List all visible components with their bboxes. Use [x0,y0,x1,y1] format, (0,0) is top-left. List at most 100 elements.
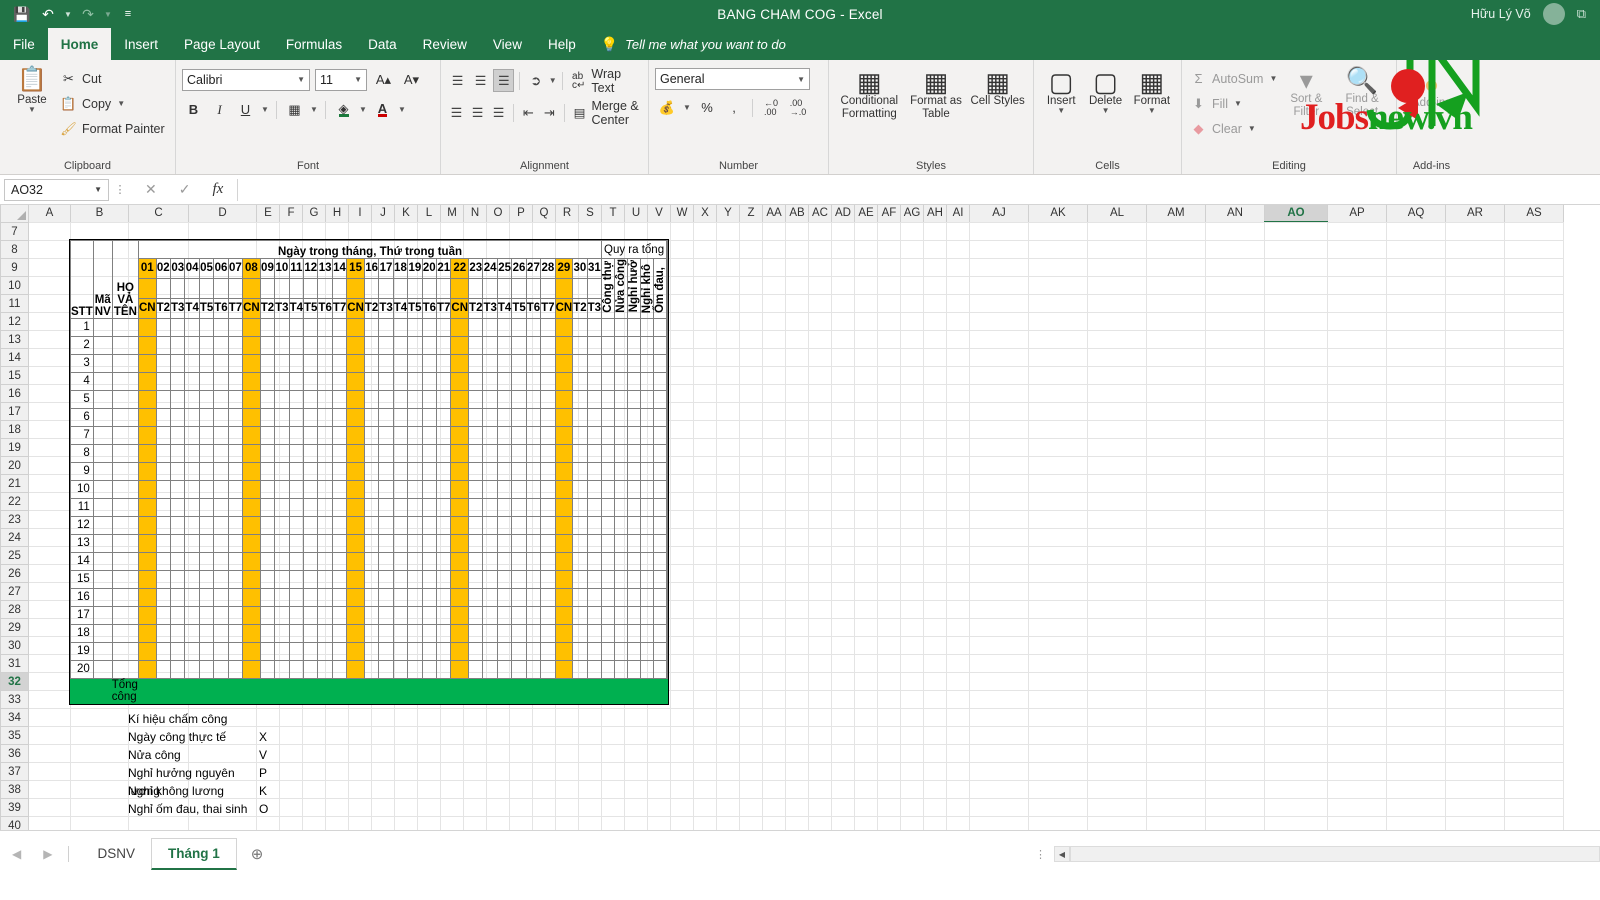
grid-cell[interactable] [946,240,970,259]
grid-cell[interactable] [394,222,418,241]
grid-cell[interactable] [1445,690,1505,709]
row-day-cell[interactable] [317,515,333,535]
grid-cell[interactable] [532,780,556,799]
grid-cell[interactable] [946,402,970,421]
grid-cell[interactable] [1028,726,1088,745]
grid-cell[interactable] [1146,384,1206,403]
grid-cell[interactable] [739,600,763,619]
grid-cell[interactable] [532,726,556,745]
grid-cell[interactable] [693,618,717,637]
grid-cell[interactable] [1445,636,1505,655]
grid-cell[interactable] [1087,528,1147,547]
grid-cell[interactable] [624,222,648,241]
grid-cell[interactable] [1028,348,1088,367]
grid-cell[interactable] [762,294,786,313]
grid-cell[interactable] [808,276,832,295]
row-day-cell[interactable] [288,587,305,607]
grid-cell[interactable] [808,240,832,259]
grid-cell[interactable] [808,672,832,691]
grid-cell[interactable] [1445,294,1505,313]
row-day-cell[interactable] [378,443,394,463]
grid-cell[interactable] [1087,312,1147,331]
grid-cell[interactable] [1146,564,1206,583]
grid-cell[interactable] [831,474,855,493]
grid-cell[interactable] [1445,546,1505,565]
col-header-AP[interactable]: AP [1327,205,1387,223]
row-day-cell[interactable] [421,533,438,553]
grid-cell[interactable] [1264,798,1328,817]
grid-cell[interactable] [28,492,71,511]
grid-cell[interactable] [693,636,717,655]
grid-cell[interactable] [785,384,809,403]
decrease-indent-icon[interactable]: ⇤ [519,101,538,124]
grid-cell[interactable] [900,600,924,619]
row-day-cell[interactable] [259,371,276,391]
grid-cell[interactable] [1327,780,1387,799]
row-day-cell[interactable] [137,641,157,661]
row-day-cell[interactable] [274,659,290,679]
row-day-cell[interactable] [302,515,319,535]
row-day-cell[interactable] [331,497,348,517]
grid-cell[interactable] [854,438,878,457]
grid-cell[interactable] [440,708,464,727]
row-stt[interactable]: 8 [70,443,94,463]
row-summary-cell[interactable] [614,425,629,445]
row-day-cell[interactable] [586,425,603,445]
row-day-cell[interactable] [155,389,172,409]
grid-cell[interactable] [532,222,556,241]
grid-cell[interactable] [877,276,901,295]
grid-cell[interactable] [302,744,326,763]
grid-cell[interactable] [831,708,855,727]
grid-cell[interactable] [946,492,970,511]
col-header-AC[interactable]: AC [808,205,832,223]
row-day-cell[interactable] [331,479,348,499]
row-day-cell[interactable] [288,497,305,517]
grid-cell[interactable] [923,600,947,619]
row-day-cell[interactable] [435,533,452,553]
row-day-cell[interactable] [317,461,333,481]
row-day-cell[interactable] [288,389,305,409]
grid-cell[interactable] [1386,600,1446,619]
grid-cell[interactable] [1445,222,1505,241]
grid-cell[interactable] [877,330,901,349]
row-ma-nv[interactable] [92,605,113,625]
grid-cell[interactable] [1205,330,1265,349]
row-day-cell[interactable] [511,335,527,355]
row-stt[interactable]: 4 [70,371,94,391]
grid-cell[interactable] [762,222,786,241]
scrollbar-track[interactable] [1070,846,1600,862]
row-day-cell[interactable] [363,569,380,589]
sort-filter-button[interactable]: ▾ Sort & Filter [1278,64,1334,119]
insert-function-icon[interactable]: fx [212,181,223,198]
row-summary-cell[interactable] [653,371,668,391]
grid-cell[interactable] [1504,312,1564,331]
grid-cell[interactable] [1205,618,1265,637]
row-day-cell[interactable] [525,425,542,445]
grid-cell[interactable] [532,798,556,817]
row-day-cell[interactable] [525,497,542,517]
row-summary-cell[interactable] [601,479,616,499]
grid-cell[interactable] [1386,744,1446,763]
row-day-cell[interactable] [184,371,200,391]
row-day-cell[interactable] [198,623,215,643]
grid-cell[interactable] [831,438,855,457]
row-day-cell[interactable] [511,425,527,445]
row-day-cell[interactable] [302,389,319,409]
row-day-cell[interactable] [586,317,603,337]
grid-cell[interactable] [28,276,71,295]
row-day-cell[interactable] [482,569,498,589]
grid-cell[interactable] [1028,456,1088,475]
grid-cell[interactable] [969,438,1029,457]
grid-cell[interactable] [1028,582,1088,601]
row-day-cell[interactable] [540,533,556,553]
total-summary-cell[interactable] [653,677,668,704]
col-header-AH[interactable]: AH [923,205,947,223]
grid-cell[interactable] [923,582,947,601]
grid-cell[interactable] [693,708,717,727]
row-day-cell[interactable] [259,551,276,571]
row-day-cell[interactable] [317,479,333,499]
grid-cell[interactable] [1327,474,1387,493]
cancel-icon[interactable]: ✕ [145,181,157,198]
grid-cell[interactable] [831,330,855,349]
grid-cell[interactable] [1264,600,1328,619]
